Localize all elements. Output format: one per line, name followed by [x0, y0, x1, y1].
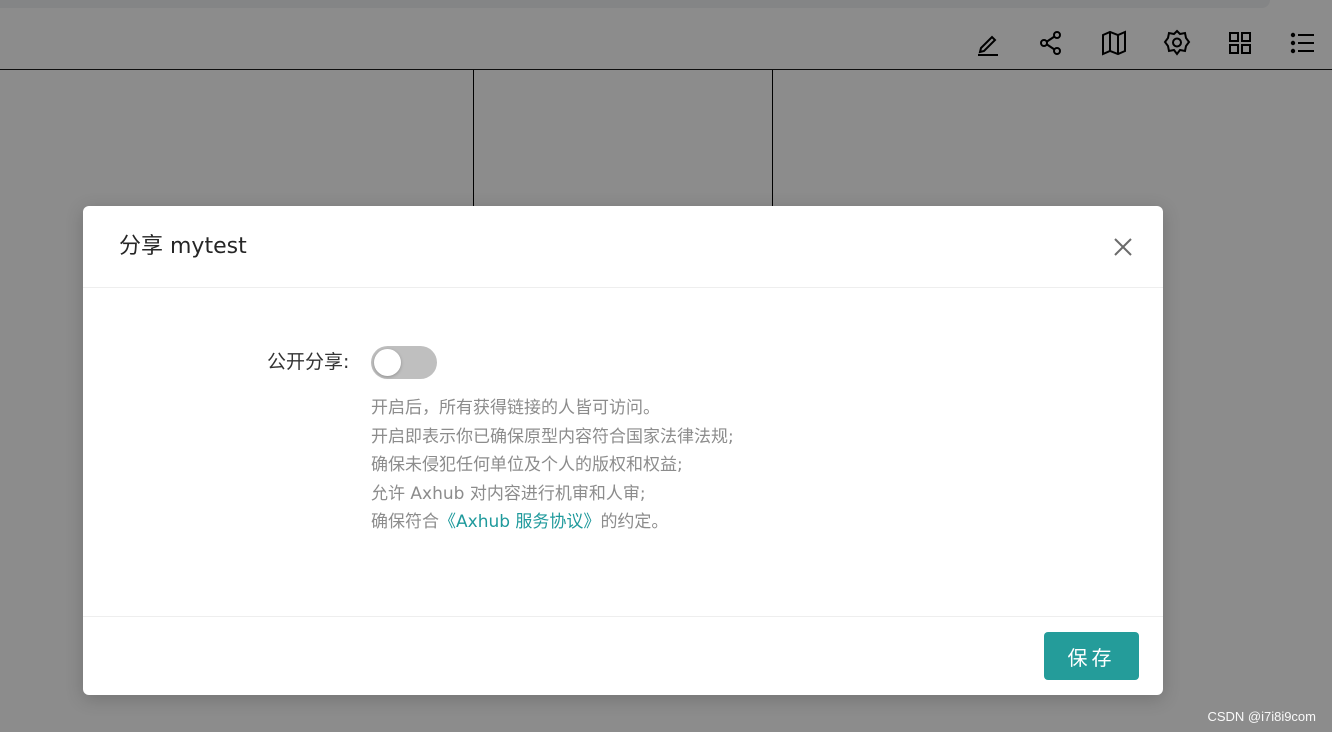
toggle-knob	[374, 349, 401, 376]
description-text: 确保符合	[371, 512, 439, 532]
dialog-body: 公开分享: 开启后，所有获得链接的人皆可访问。 开启即表示你已确保原型内容符合国…	[83, 288, 1163, 616]
dialog-title: 分享 mytest	[119, 234, 247, 259]
description-line: 确保未侵犯任何单位及个人的版权和权益;	[371, 455, 683, 475]
dialog-header: 分享 mytest	[83, 206, 1163, 288]
share-dialog: 分享 mytest 公开分享: 开启后，所有获得链接的人皆可访问。 开启即表示你…	[83, 206, 1163, 695]
description-line: 开启即表示你已确保原型内容符合国家法律法规;	[371, 426, 734, 447]
dialog-footer: 保存	[83, 616, 1163, 696]
service-agreement-link[interactable]: 《Axhub 服务协议》	[439, 512, 600, 532]
save-button[interactable]: 保存	[1044, 632, 1139, 680]
description-line: 开启后，所有获得链接的人皆可访问。	[371, 398, 660, 418]
watermark: CSDN @i7i8i9com	[1207, 709, 1316, 724]
public-share-toggle[interactable]	[371, 346, 437, 379]
close-button[interactable]	[1109, 233, 1137, 261]
description-text: 的约定。	[600, 512, 669, 532]
close-icon	[1114, 238, 1132, 256]
description-line: 确保符合《Axhub 服务协议》的约定。	[371, 508, 734, 537]
public-share-label: 公开分享:	[267, 351, 350, 373]
description-line: 允许 Axhub 对内容进行机审和人审;	[371, 483, 646, 504]
share-description: 开启后，所有获得链接的人皆可访问。 开启即表示你已确保原型内容符合国家法律法规;…	[371, 394, 734, 537]
